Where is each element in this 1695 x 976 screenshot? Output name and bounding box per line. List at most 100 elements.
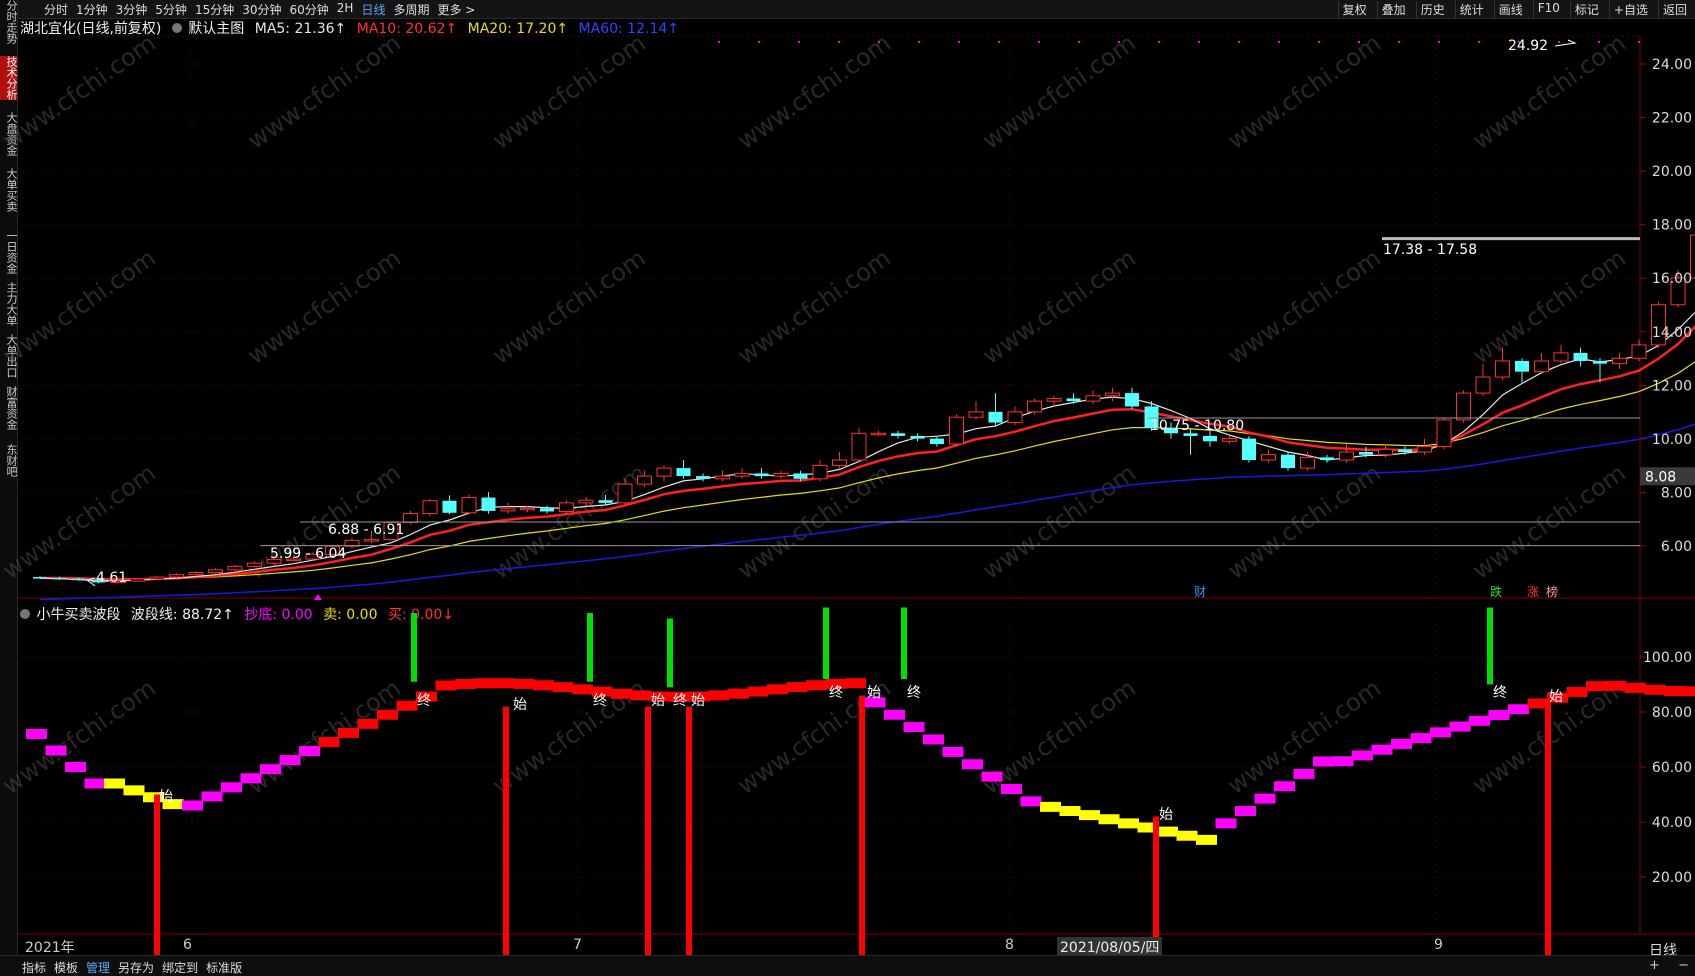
wave-segment <box>338 727 359 738</box>
bottom-action-5[interactable]: 标准版 <box>206 959 242 976</box>
wave-segment <box>1508 704 1529 715</box>
candle-body-up <box>949 416 964 445</box>
candle-body-down <box>52 577 67 580</box>
wave-segment <box>474 678 496 689</box>
bottom-action-2[interactable]: 管理 <box>86 959 110 976</box>
signal-end-label: 终 <box>673 693 687 709</box>
top-marker <box>1318 41 1320 43</box>
candle-body-up <box>1105 392 1120 397</box>
event-marker-0: 财 <box>1194 585 1206 599</box>
bottom-action-4[interactable]: 绑定到 <box>162 959 198 976</box>
candle-body-down <box>33 577 47 579</box>
date-tick-2: 7 <box>573 937 582 953</box>
candle-body-up <box>1436 419 1452 448</box>
candle-body-down <box>1203 435 1217 442</box>
zoom-out-icon[interactable]: − <box>1678 958 1689 973</box>
watermark-text: www.cfchi.com <box>242 244 405 370</box>
price-axis-label: 16.00 <box>1652 271 1692 287</box>
bottom-action-1[interactable]: 模板 <box>54 959 78 976</box>
top-marker <box>1278 41 1280 43</box>
sell-signal-bar <box>587 613 593 682</box>
wave-segment <box>1098 814 1120 825</box>
wave-segment <box>1274 781 1295 792</box>
watermark-text: www.cfchi.com <box>0 244 161 370</box>
candle-body-up <box>1417 446 1432 453</box>
signal-end-label: 终 <box>829 685 843 701</box>
bottom-action-0[interactable]: 指标 <box>22 959 46 976</box>
price-axis-label: 14.00 <box>1652 325 1692 341</box>
buy-signal-bar <box>1545 701 1551 961</box>
event-marker-1: 跌 <box>1490 584 1502 599</box>
bottom-action-3[interactable]: 另存为 <box>118 959 154 976</box>
wave-segment <box>1664 686 1685 697</box>
signal-start-label: 始 <box>691 693 705 709</box>
wave-segment <box>1293 768 1315 779</box>
candle-body-up <box>149 576 165 580</box>
wave-segment <box>240 773 262 784</box>
wave-segment <box>318 736 340 747</box>
wave-segment <box>981 771 1003 782</box>
candle-body-down <box>1320 457 1334 461</box>
candle-body-up <box>422 500 438 515</box>
watermark-text: www.cfchi.com <box>242 29 405 155</box>
candle-body-up <box>1046 397 1062 402</box>
wave-segment <box>630 690 652 701</box>
buy-signal-bar <box>859 695 865 961</box>
wave-segment <box>552 682 574 693</box>
candle-body-up <box>1007 411 1023 424</box>
candle-body-down <box>910 435 925 439</box>
signal-end-label: 终 <box>593 693 607 709</box>
watermark-text: www.cfchi.com <box>0 459 161 585</box>
candle-body-up <box>1378 448 1393 456</box>
wave-segment <box>1488 710 1510 721</box>
candle-body-up <box>656 467 672 477</box>
wave-segment <box>728 688 749 699</box>
candle-body-down <box>1398 449 1412 453</box>
price-annotation-5: 4.61 <box>96 570 127 586</box>
indicator-axis-label: 40.00 <box>1652 815 1692 831</box>
sell-signal-bar <box>901 607 907 679</box>
candle-body-up <box>1475 376 1491 394</box>
wave-segment <box>1391 738 1412 749</box>
stock-chart-window: 分时 1分钟 3分钟 5分钟 15分钟 30分钟 60分钟 2H 日线 多周期 更多 > 复权 叠加历… <box>0 0 1695 976</box>
candle-body-down <box>598 500 613 503</box>
price-axis-label: 18.00 <box>1652 218 1692 234</box>
zoom-controls[interactable]: + − <box>1649 958 1689 973</box>
candle-body-up <box>1534 360 1549 373</box>
wave-segment <box>1371 744 1393 755</box>
signal-start-label: 始 <box>867 685 881 701</box>
wave-segment <box>1410 733 1432 744</box>
wave-segment <box>1332 756 1354 767</box>
price-axis-label: 10.00 <box>1652 432 1692 448</box>
top-marker <box>918 41 920 43</box>
candle-body-up <box>812 464 828 480</box>
candle-body-up <box>364 539 379 542</box>
candle-body-up <box>227 565 243 571</box>
chart-canvas[interactable]: www.cfchi.com www.cfchi.com www.cfchi.com w… <box>0 0 1695 976</box>
wave-segment <box>1430 727 1451 738</box>
price-annotation-0: 24.92 <box>1508 38 1548 54</box>
candle-body-up <box>715 475 730 480</box>
signal-start-label: 始 <box>1549 689 1563 705</box>
wave-segment <box>962 759 983 770</box>
wave-segment <box>357 718 379 729</box>
zoom-in-icon[interactable]: + <box>1649 958 1660 973</box>
candle-body-down <box>676 468 691 477</box>
candle-body-down <box>891 433 905 436</box>
signal-start-label: 始 <box>513 697 527 713</box>
wave-segment <box>26 729 47 739</box>
candle-body-down <box>1573 352 1588 361</box>
watermark-text: www.cfchi.com <box>977 244 1140 370</box>
candle-body-up <box>1631 344 1647 359</box>
watermark-text: www.cfchi.com <box>732 29 895 155</box>
candle-body-down <box>930 438 944 444</box>
candle-body-up <box>208 569 223 574</box>
top-marker <box>1078 41 1080 43</box>
top-marker <box>1158 41 1160 43</box>
signal-end-label: 终 <box>1493 685 1507 701</box>
watermark-text: www.cfchi.com <box>1467 244 1630 370</box>
candle-body-down <box>1515 360 1529 372</box>
candle-body-up <box>403 513 418 523</box>
watermark-text: www.cfchi.com <box>732 244 895 370</box>
wave-segment <box>1020 796 1042 807</box>
